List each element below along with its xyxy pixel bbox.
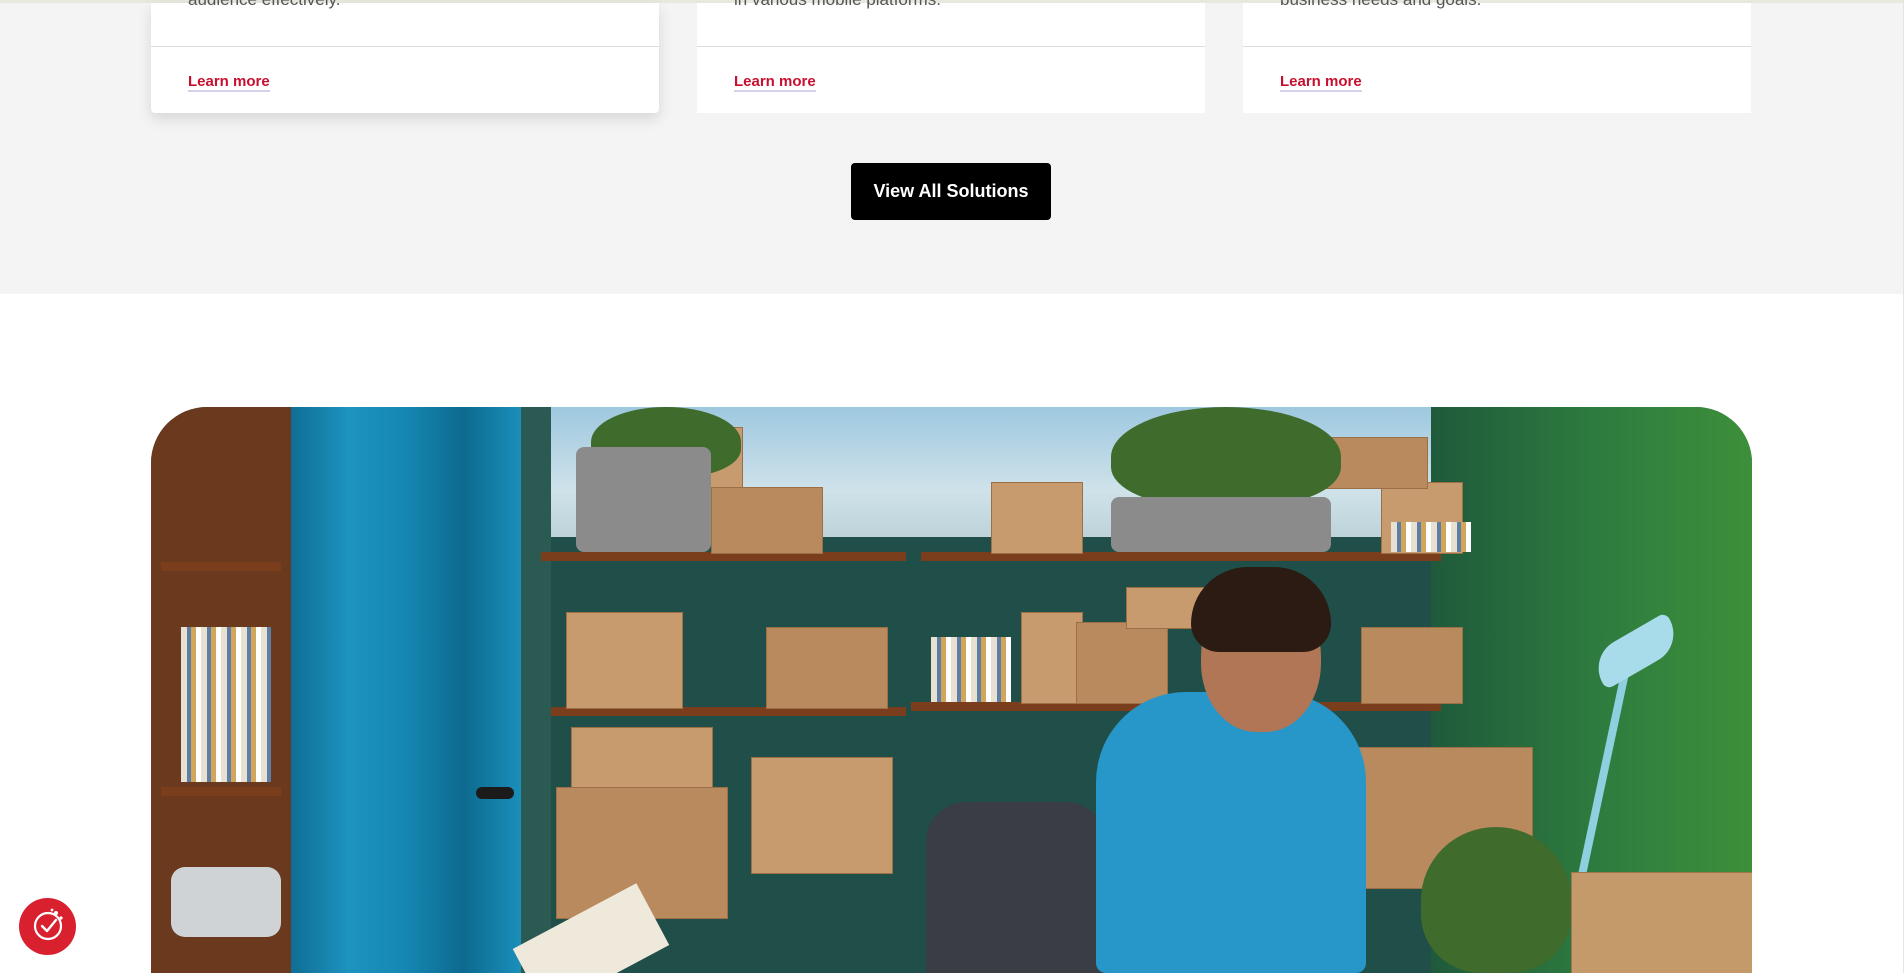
hero-plant (1111, 407, 1341, 507)
learn-more-link[interactable]: Learn more (1280, 73, 1362, 92)
hero-books (931, 637, 1011, 702)
card-divider (697, 46, 1205, 47)
hero-man-hair (1191, 567, 1331, 652)
card-divider (151, 46, 659, 47)
hero-man-shirt (1096, 692, 1366, 973)
card-description: business needs and goals. (1280, 0, 1481, 11)
hero-box (1361, 627, 1463, 704)
hero-box (751, 757, 893, 874)
hero-box (991, 482, 1083, 554)
view-all-solutions-button[interactable]: View All Solutions (851, 163, 1051, 220)
solutions-section: audience effectively. Learn more in vari… (0, 0, 1904, 294)
learn-more-link[interactable]: Learn more (188, 73, 270, 92)
solution-card: in various mobile platforms. Learn more (697, 0, 1205, 113)
page: audience effectively. Learn more in vari… (0, 0, 1904, 973)
hero-desk-box (1571, 872, 1752, 973)
learn-more-link[interactable]: Learn more (734, 73, 816, 92)
cookie-check-icon (28, 905, 68, 948)
solution-card: audience effectively. Learn more (151, 0, 659, 113)
hero-shelf (161, 562, 281, 571)
hero-box (566, 612, 683, 709)
cookie-consent-button[interactable] (19, 898, 76, 955)
hero-plant-pot (1111, 497, 1331, 552)
hero-office-chair-left (171, 867, 281, 937)
hero-blue-door (291, 407, 521, 973)
card-description: in various mobile platforms. (734, 0, 941, 11)
hero-books (181, 627, 271, 782)
hero-plant-pot (576, 447, 711, 552)
hero-box (571, 727, 713, 789)
hero-door-handle (476, 787, 514, 799)
card-divider (1243, 46, 1751, 47)
solution-card: business needs and goals. Learn more (1243, 0, 1751, 113)
hero-books (1391, 522, 1471, 552)
hero-box (1076, 622, 1168, 704)
hero-shelf (161, 787, 281, 796)
hero-box (711, 487, 823, 554)
card-description: audience effectively. (188, 0, 340, 11)
hero-image (151, 407, 1752, 973)
hero-box (1021, 612, 1083, 704)
hero-chair (926, 802, 1106, 973)
hero-box (766, 627, 888, 709)
hero-plant (1421, 827, 1571, 973)
